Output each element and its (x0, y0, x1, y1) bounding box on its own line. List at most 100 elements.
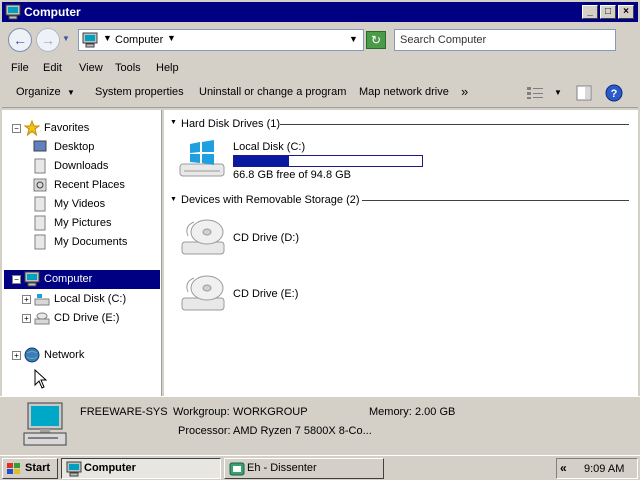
drive-cd-d[interactable]: CD Drive (D:) (178, 214, 378, 262)
downloads-icon (34, 158, 46, 174)
star-icon (24, 120, 40, 136)
svg-text:?: ? (611, 88, 618, 100)
group-header-hard-disks[interactable]: Hard Disk Drives (1) (181, 118, 280, 130)
expand-local-disk-icon[interactable]: + (22, 295, 31, 304)
address-field[interactable]: ▼ Computer ▼ ▼ (78, 29, 364, 51)
computer-large-icon (23, 402, 67, 446)
tree-item-downloads[interactable]: Downloads (32, 157, 152, 175)
cd-drive-name: CD Drive (E:) (233, 288, 299, 300)
disk-usage-bar (233, 155, 423, 167)
memory-label: Memory: (369, 406, 412, 418)
view-options-icon[interactable] (526, 86, 544, 100)
collapse-computer-icon[interactable]: − (12, 275, 21, 284)
cd-drive-icon (181, 275, 225, 311)
recent-places-icon (33, 178, 47, 192)
address-toolbar: ← → ▼ ▼ Computer ▼ ▼ ↻ Search Computer (2, 24, 638, 58)
tree-item-local-disk[interactable]: Local Disk (C:) (34, 290, 154, 308)
windows-logo-icon (7, 463, 20, 474)
group-collapse-icon[interactable]: ▼ (170, 119, 177, 126)
start-label: Start (25, 462, 51, 474)
computer-icon (82, 32, 98, 48)
computer-icon (5, 4, 21, 20)
minimize-button[interactable]: _ (582, 5, 598, 19)
group-collapse-icon[interactable]: ▼ (170, 196, 177, 203)
breadcrumb-computer[interactable]: Computer (115, 34, 163, 46)
menu-view[interactable]: View (79, 62, 103, 74)
task-computer-label: Computer (84, 462, 136, 474)
organize-button[interactable]: Organize (16, 86, 61, 98)
workgroup-label: Workgroup: (173, 406, 230, 418)
computer-icon (24, 271, 40, 287)
organize-chevron-icon[interactable]: ▼ (67, 88, 75, 97)
hard-disk-icon (34, 294, 50, 306)
address-dropdown-icon[interactable]: ▼ (349, 34, 358, 44)
back-arrow-icon[interactable]: ← (8, 28, 32, 52)
drive-local-disk-c[interactable]: Local Disk (C:) 66.8 GB free of 94.8 GB (178, 136, 428, 184)
group-header-removable[interactable]: Devices with Removable Storage (2) (181, 194, 360, 206)
explorer-window: Computer _ □ × ← → ▼ ▼ Computer ▼ ▼ ↻ Se… (0, 0, 640, 455)
content-pane: ▼ Hard Disk Drives (1) Local Disk (C:) 6… (164, 110, 638, 396)
drive-cd-e[interactable]: CD Drive (E:) (178, 270, 378, 318)
tree-item-recent-places[interactable]: Recent Places (32, 176, 152, 194)
cd-drive-icon (34, 312, 50, 325)
browser-icon (229, 462, 245, 476)
pictures-icon (34, 215, 46, 231)
menu-bar: File Edit View Tools Help (2, 60, 638, 78)
start-button[interactable]: Start (2, 458, 58, 479)
videos-icon (34, 196, 46, 212)
tree-network[interactable]: Network (24, 346, 144, 364)
tree-item-my-documents[interactable]: My Documents (32, 233, 152, 251)
tree-computer[interactable]: − Computer (4, 270, 160, 289)
history-chevron-icon[interactable]: ▼ (62, 34, 74, 48)
menu-edit[interactable]: Edit (43, 62, 62, 74)
group-divider (280, 124, 629, 125)
drive-free-space: 66.8 GB free of 94.8 GB (233, 169, 352, 181)
preview-pane-icon[interactable] (576, 85, 592, 101)
more-commands-button[interactable]: » (461, 84, 468, 99)
tree-item-desktop[interactable]: Desktop (32, 138, 152, 156)
task-dissenter[interactable]: Eh - Dissenter (224, 458, 384, 479)
workgroup-value: WORKGROUP (233, 406, 308, 418)
menu-help[interactable]: Help (156, 62, 179, 74)
tree-favorites[interactable]: Favorites (24, 119, 144, 137)
menu-file[interactable]: File (11, 62, 29, 74)
tree-item-my-pictures[interactable]: My Pictures (32, 214, 152, 232)
title-bar[interactable]: Computer _ □ × (2, 2, 638, 22)
collapse-favorites-icon[interactable]: − (12, 124, 21, 133)
close-button[interactable]: × (618, 5, 634, 19)
task-computer[interactable]: Computer (61, 458, 221, 479)
desktop-icon (33, 140, 47, 152)
maximize-button[interactable]: □ (600, 5, 616, 19)
disk-usage-fill (234, 156, 290, 166)
window-title: Computer (24, 5, 81, 19)
expand-cd-drive-icon[interactable]: + (22, 314, 31, 323)
documents-icon (34, 234, 46, 250)
clock[interactable]: 9:09 AM (584, 463, 624, 475)
command-bar: Organize ▼ System properties Uninstall o… (2, 80, 638, 108)
expand-network-icon[interactable]: + (12, 351, 21, 360)
processor-value: AMD Ryzen 7 5800X 8-Co... (233, 425, 372, 437)
computer-icon (66, 461, 82, 477)
breadcrumb-chevron-icon[interactable]: ▼ (103, 33, 112, 43)
view-chevron-icon[interactable]: ▼ (554, 88, 562, 97)
menu-tools[interactable]: Tools (115, 62, 141, 74)
tree-item-cd-drive[interactable]: CD Drive (E:) (34, 309, 154, 327)
group-divider (362, 200, 629, 201)
navigation-pane: − Favorites Desktop Downloads Recent Pla… (2, 110, 162, 396)
details-pane: FREEWARE-SYS Workgroup: WORKGROUP Memory… (0, 396, 640, 452)
help-icon[interactable]: ? (605, 84, 623, 102)
forward-arrow-icon[interactable]: → (36, 28, 60, 52)
cd-drive-icon (181, 219, 225, 255)
drive-name: Local Disk (C:) (233, 141, 306, 153)
computer-name: FREEWARE-SYS (80, 406, 168, 418)
system-properties-button[interactable]: System properties (95, 86, 184, 98)
map-network-drive-button[interactable]: Map network drive (359, 86, 449, 98)
tree-item-my-videos[interactable]: My Videos (32, 195, 152, 213)
windows-hard-disk-icon (179, 140, 225, 177)
cd-drive-name: CD Drive (D:) (233, 232, 299, 244)
uninstall-program-button[interactable]: Uninstall or change a program (199, 86, 346, 98)
refresh-icon[interactable]: ↻ (366, 31, 386, 49)
breadcrumb-chevron-icon[interactable]: ▼ (167, 33, 176, 43)
search-input[interactable]: Search Computer (394, 29, 616, 51)
show-hidden-icons-button[interactable]: « (560, 461, 567, 475)
